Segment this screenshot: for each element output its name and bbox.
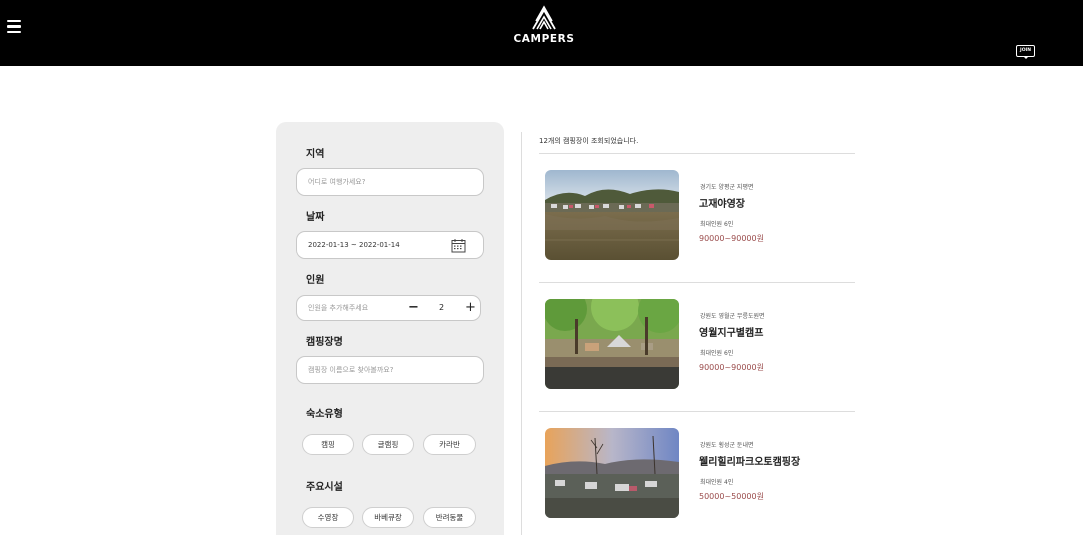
logo-text: CAMPERS	[513, 33, 575, 45]
campsite-price: 90000~90000원	[699, 363, 764, 372]
lodging-chip-camping[interactable]: 캠핑	[302, 434, 354, 455]
campsite-card[interactable]: 경기도 양평군 지평면 고재야영장 최대인원 6인 90000~90000원	[539, 170, 855, 280]
campsite-capacity: 최대인원 6인	[700, 350, 734, 357]
campsite-capacity: 최대인원 4인	[700, 479, 734, 486]
campsite-location: 강원도 영월군 무릉도원면	[700, 313, 765, 320]
result-count: 12개의 캠핑장이 조회되었습니다.	[539, 137, 639, 145]
lodging-chip-glamping[interactable]: 글램핑	[362, 434, 414, 455]
top-header: CAMPERS JOIN	[0, 0, 1083, 66]
divider	[539, 411, 855, 412]
join-button[interactable]: JOIN	[1016, 45, 1035, 59]
campsite-card[interactable]: 강원도 횡성군 둔내면 웰리힐리파크오토캠핑장 최대인원 4인 50000~50…	[539, 428, 855, 535]
lodging-chip-caravan[interactable]: 카라반	[423, 434, 476, 455]
date-range-value: 2022-01-13 ~ 2022-01-14	[308, 241, 400, 249]
camp-name-input[interactable]: 캠핑장 이름으로 찾아볼까요?	[296, 356, 484, 384]
campers-logo[interactable]: CAMPERS	[505, 4, 583, 45]
people-decrease-button[interactable]: −	[408, 296, 419, 320]
campsite-capacity: 최대인원 6인	[700, 221, 734, 228]
divider	[539, 153, 855, 154]
people-label: 인원	[306, 275, 325, 286]
camp-name-label: 캠핑장명	[306, 337, 343, 348]
campsite-name: 영월지구별캠프	[699, 328, 764, 339]
campsite-card[interactable]: 강원도 영월군 무릉도원면 영월지구별캠프 최대인원 6인 90000~9000…	[539, 299, 855, 409]
calendar-icon[interactable]	[451, 238, 466, 264]
divider	[539, 282, 855, 283]
people-increase-button[interactable]: +	[465, 296, 476, 320]
campsite-name: 고재야영장	[699, 199, 745, 210]
campsite-name: 웰리힐리파크오토캠핑장	[699, 457, 801, 468]
search-filter-panel: 지역 어디로 여행가세요? 날짜 2022-01-13 ~ 2022-01-14…	[276, 122, 504, 535]
date-label: 날짜	[306, 212, 325, 223]
hamburger-menu-icon[interactable]	[7, 20, 21, 34]
people-placeholder: 인원을 추가해주세요	[308, 304, 369, 312]
region-input[interactable]: 어디로 여행가세요?	[296, 168, 484, 196]
facility-chip-pets[interactable]: 반려동물	[423, 507, 476, 528]
vertical-divider	[521, 132, 522, 535]
region-label: 지역	[306, 149, 325, 160]
date-range-input[interactable]: 2022-01-13 ~ 2022-01-14	[296, 231, 484, 259]
campsite-photo	[545, 299, 679, 389]
campsite-photo	[545, 428, 679, 518]
facility-chip-pool[interactable]: 수영장	[302, 507, 354, 528]
campsite-location: 강원도 횡성군 둔내면	[700, 442, 754, 449]
people-stepper: 인원을 추가해주세요 − 2 +	[296, 295, 481, 321]
lodging-type-label: 숙소유형	[306, 409, 343, 420]
facilities-label: 주요시설	[306, 482, 343, 493]
campsite-price: 90000~90000원	[699, 234, 764, 243]
campsite-location: 경기도 양평군 지평면	[700, 184, 754, 191]
people-count: 2	[439, 303, 445, 312]
campsite-price: 50000~50000원	[699, 492, 764, 501]
tent-logo-icon	[532, 5, 556, 30]
campsite-photo	[545, 170, 679, 260]
facility-chip-bbq[interactable]: 바베큐장	[362, 507, 414, 528]
